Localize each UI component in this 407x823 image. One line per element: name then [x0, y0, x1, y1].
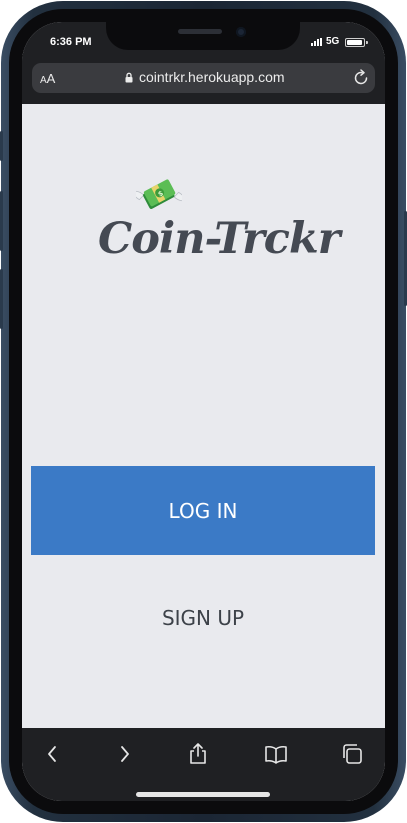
- lock-icon: [125, 72, 133, 83]
- address-bar[interactable]: AA cointrkr.herokuapp.com: [32, 63, 375, 93]
- status-time: 6:36 PM: [50, 36, 92, 48]
- volume-up-button: [0, 191, 3, 251]
- reload-icon[interactable]: [352, 69, 370, 87]
- silent-switch: [0, 131, 3, 161]
- signup-button[interactable]: SIGN UP: [31, 596, 375, 640]
- text-size-button[interactable]: AA: [40, 71, 55, 86]
- browser-address-area: AA cointrkr.herokuapp.com: [22, 55, 385, 104]
- money-with-wings-icon: $: [136, 179, 182, 209]
- back-icon[interactable]: [41, 742, 65, 766]
- battery-icon: [345, 38, 368, 47]
- app-logo: Coin-Trckr: [98, 214, 340, 264]
- tabs-icon[interactable]: [340, 742, 364, 766]
- signal-icon: [311, 38, 323, 46]
- notch: [106, 22, 300, 50]
- phone-screen: 6:36 PM 5G AA cointrkr.herokuapp.com $ C…: [22, 22, 385, 801]
- home-indicator: [136, 792, 270, 797]
- aa-label: A: [46, 71, 56, 86]
- url-text: cointrkr.herokuapp.com: [139, 69, 285, 85]
- volume-down-button: [0, 269, 3, 329]
- page-content: $ Coin-Trckr LOG IN SIGN UP: [22, 104, 385, 728]
- browser-toolbar: [22, 728, 385, 801]
- aa-small-label: A: [40, 75, 47, 86]
- forward-icon[interactable]: [112, 742, 136, 766]
- bookmarks-icon[interactable]: [264, 742, 288, 766]
- speaker: [178, 29, 222, 34]
- login-button[interactable]: LOG IN: [31, 466, 375, 555]
- network-label: 5G: [326, 36, 340, 47]
- share-icon[interactable]: [186, 742, 210, 766]
- front-camera: [236, 27, 246, 37]
